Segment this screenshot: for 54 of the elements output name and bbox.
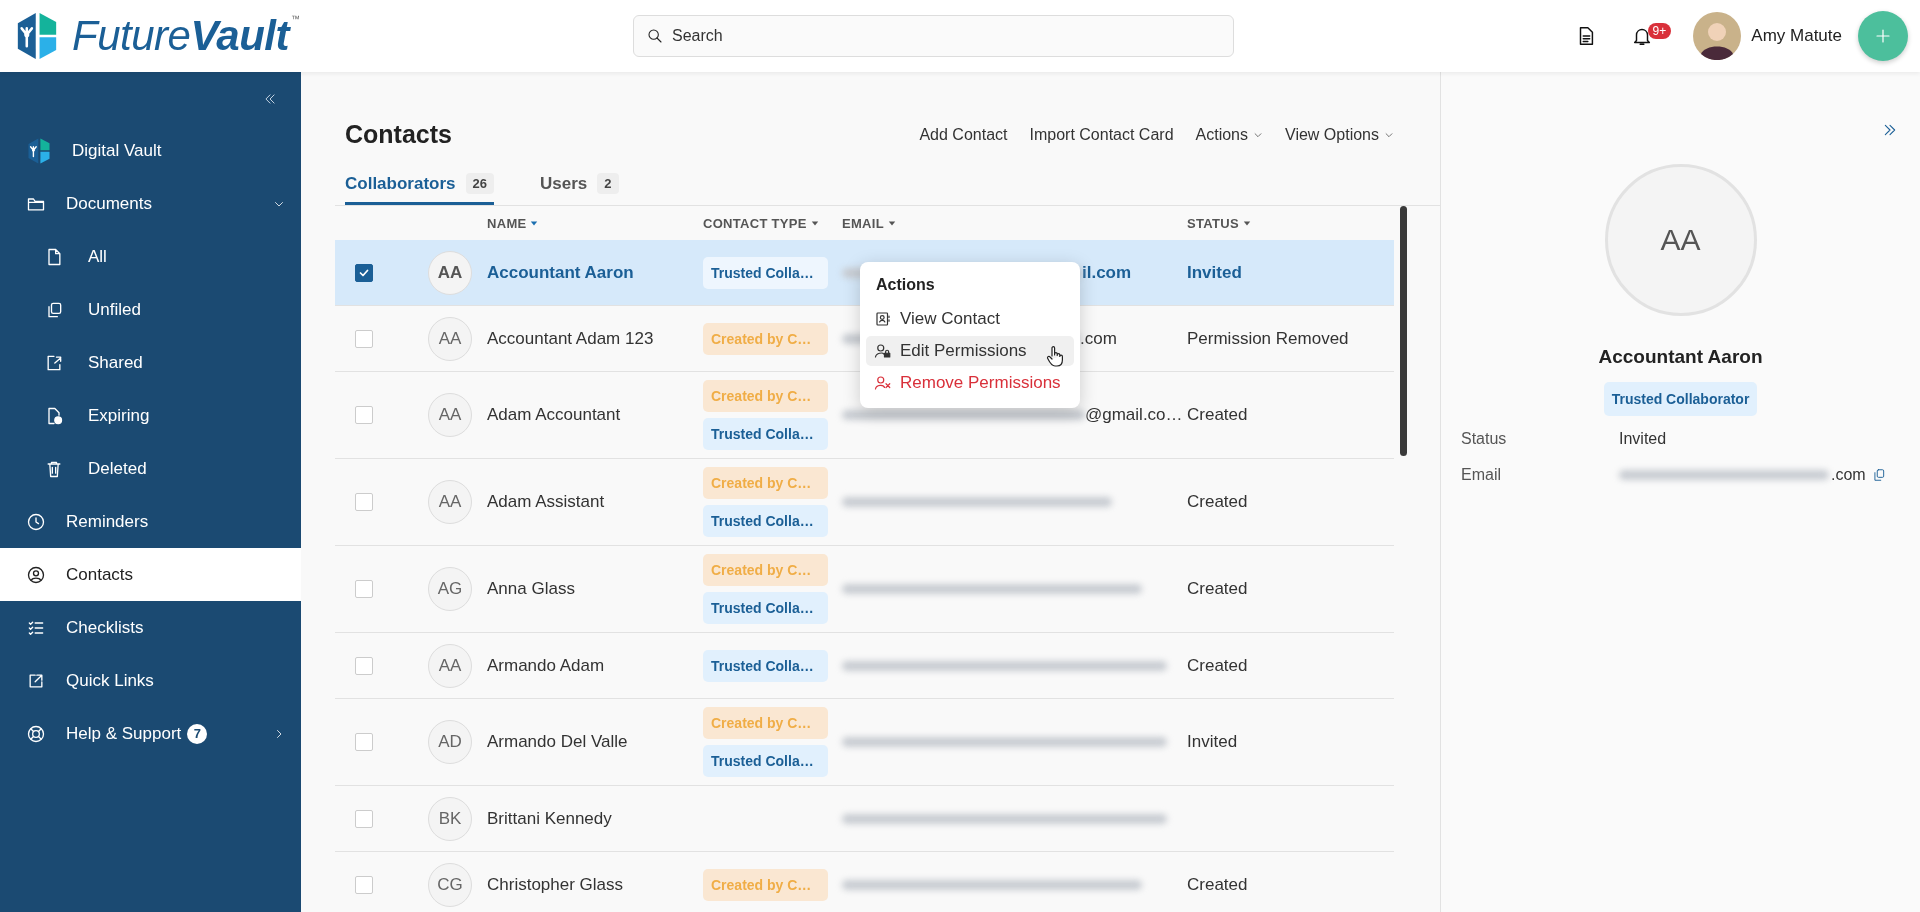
contact-name: Adam Assistant bbox=[487, 492, 606, 512]
contact-type-badge: Trusted Colla… bbox=[703, 592, 828, 624]
contact-type-badge: Created by C… bbox=[703, 380, 828, 412]
status-text: Created bbox=[1187, 874, 1248, 894]
notification-badge: 9+ bbox=[1647, 23, 1672, 39]
avatar-initials: AA bbox=[1604, 164, 1757, 316]
contact-type-badge: Trusted Colla… bbox=[703, 256, 828, 289]
field-label: Email bbox=[1461, 466, 1502, 484]
contact-type-badge: Trusted Collaborator bbox=[1603, 382, 1758, 416]
brand-name: FutureVault bbox=[72, 12, 289, 60]
contact-type-badge: Created by C… bbox=[703, 868, 828, 901]
menu-title: Actions bbox=[875, 275, 936, 295]
contact-name: Accountant Aaron bbox=[1598, 346, 1763, 368]
email-text: .com bbox=[1080, 328, 1117, 349]
avatar-initials: BK bbox=[428, 796, 472, 841]
contact-name: Accountant Aaron bbox=[487, 262, 635, 283]
status-text: Permission Removed bbox=[1187, 328, 1349, 348]
contact-type-badge: Created by C… bbox=[703, 554, 828, 586]
status-text: Invited bbox=[1187, 732, 1238, 751]
status-text: Created bbox=[1187, 655, 1248, 675]
status-text: Invited bbox=[1187, 262, 1242, 282]
count-badge: 7 bbox=[187, 723, 208, 744]
avatar-initials: AA bbox=[428, 643, 472, 688]
page-title: Contacts bbox=[345, 120, 452, 149]
field-value: Invited bbox=[1619, 430, 1667, 448]
contact-name: Armando Adam bbox=[487, 655, 606, 676]
contact-name: Armando Del Valle bbox=[487, 732, 629, 752]
contact-type-badge: Trusted Colla… bbox=[703, 745, 828, 777]
email-text: il.com bbox=[1082, 262, 1132, 283]
avatar-initials: AD bbox=[428, 720, 472, 764]
field-value: .com bbox=[1831, 466, 1866, 484]
contact-type-badge: Trusted Colla… bbox=[703, 418, 828, 450]
contact-type-badge: Created by C… bbox=[703, 707, 828, 739]
status-text: Created bbox=[1187, 405, 1248, 424]
avatar-initials: AA bbox=[428, 393, 472, 437]
contact-name: Christopher Glass bbox=[487, 874, 625, 895]
avatar-initials: CG bbox=[428, 862, 472, 907]
contact-name: Accountant Adam 123 bbox=[487, 328, 655, 349]
contact-type-badge: Trusted Colla… bbox=[703, 505, 828, 537]
avatar-initials: AA bbox=[428, 316, 472, 361]
contact-name: Anna Glass bbox=[487, 579, 576, 599]
contact-type-badge: Trusted Colla… bbox=[703, 649, 828, 682]
status-text: Created bbox=[1187, 579, 1248, 598]
contact-name: Adam Accountant bbox=[487, 405, 622, 425]
trademark: ™ bbox=[291, 14, 300, 24]
contact-type-badge: Created by C… bbox=[703, 322, 828, 355]
avatar-initials: AA bbox=[428, 480, 472, 524]
contact-type-badge: Created by C… bbox=[703, 467, 828, 499]
status-text: Created bbox=[1187, 492, 1248, 511]
contact-name: Brittani Kennedy bbox=[487, 808, 613, 829]
avatar-initials: AG bbox=[428, 567, 472, 611]
email-text: @gmail.co… bbox=[1085, 405, 1183, 425]
field-label: Status bbox=[1461, 430, 1508, 448]
avatar-initials: AA bbox=[428, 250, 472, 295]
